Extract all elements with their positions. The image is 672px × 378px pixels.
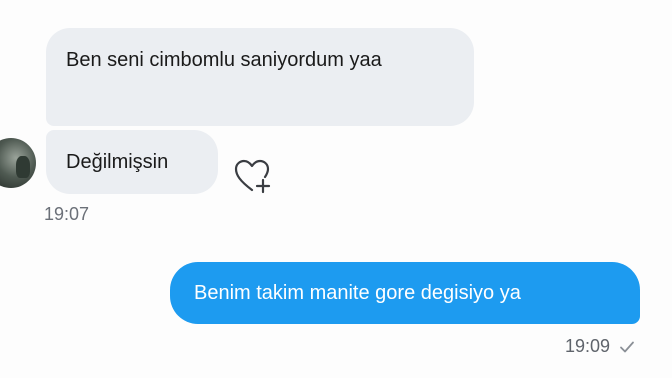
message-text: Değilmişsin bbox=[66, 151, 169, 173]
incoming-message-bubble[interactable]: Değilmişsin bbox=[46, 130, 218, 194]
heart-plus-icon[interactable] bbox=[232, 156, 274, 196]
outgoing-message-bubble[interactable]: Benim takim manite gore degisiyo ya bbox=[170, 262, 640, 324]
message-timestamp: 19:07 bbox=[44, 204, 90, 224]
incoming-message-bubble[interactable]: Ben seni cimbomlu saniyordum yaa bbox=[46, 28, 474, 126]
check-icon bbox=[618, 338, 636, 356]
avatar[interactable] bbox=[0, 138, 36, 188]
message-timestamp: 19:09 bbox=[564, 336, 610, 356]
message-text: Ben seni cimbomlu saniyordum yaa bbox=[66, 49, 382, 71]
message-text: Benim takim manite gore degisiyo ya bbox=[194, 282, 521, 304]
chat-thread: Ben seni cimbomlu saniyordum yaa Değilmi… bbox=[0, 0, 672, 378]
